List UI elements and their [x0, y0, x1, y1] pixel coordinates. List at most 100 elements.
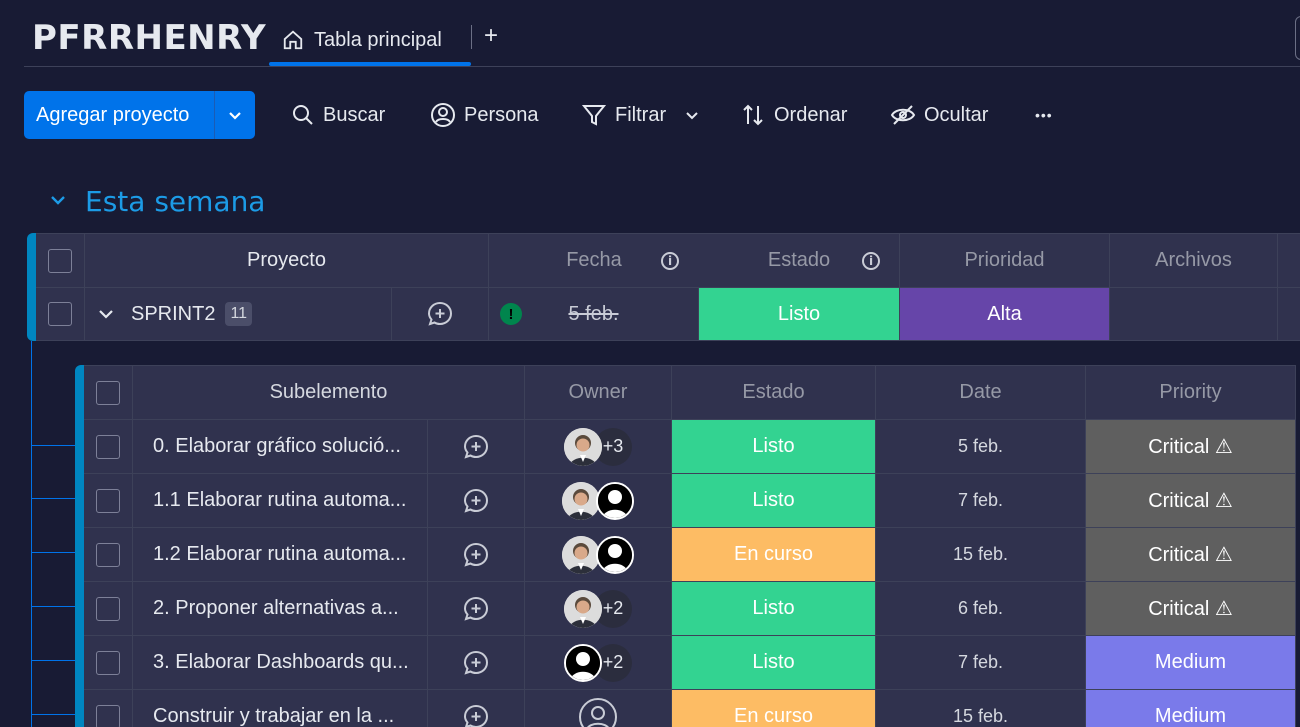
subitems-select-all-checkbox[interactable]: [96, 380, 120, 405]
subitem-updates-cell[interactable]: [428, 474, 525, 528]
select-all-checkbox[interactable]: [48, 248, 72, 273]
item-priority-cell[interactable]: Alta: [900, 288, 1110, 341]
column-header-priority[interactable]: Prioridad: [900, 233, 1110, 288]
hide-button[interactable]: Ocultar: [890, 95, 988, 135]
top-right-control[interactable]: [1295, 16, 1300, 60]
subitem-priority-cell[interactable]: Critical ⚠: [1086, 528, 1296, 582]
subitem-priority-cell[interactable]: Critical ⚠: [1086, 420, 1296, 474]
add-update-icon[interactable]: [426, 300, 454, 328]
avatar[interactable]: [596, 535, 634, 574]
column-header-name[interactable]: Proyecto: [85, 233, 489, 288]
subitem-date-cell[interactable]: 6 feb.: [876, 582, 1086, 636]
subitem-date-cell[interactable]: 7 feb.: [876, 474, 1086, 528]
subitem-priority-cell[interactable]: Medium: [1086, 636, 1296, 690]
board-title[interactable]: PFRRHENRY: [32, 18, 266, 58]
column-header-status[interactable]: Estado i: [699, 233, 900, 288]
subitem-checkbox[interactable]: [96, 542, 120, 567]
item-status-cell[interactable]: Listo: [699, 288, 900, 341]
column-header-files[interactable]: Archivos: [1110, 233, 1278, 288]
avatar[interactable]: [596, 481, 634, 520]
subitem-updates-cell[interactable]: [428, 528, 525, 582]
column-header-date[interactable]: Fecha i: [489, 233, 699, 288]
avatar[interactable]: [564, 589, 602, 628]
avatar[interactable]: [562, 481, 600, 520]
person-icon: [430, 102, 456, 128]
avatar[interactable]: [564, 643, 602, 682]
person-filter-button[interactable]: Persona: [430, 95, 539, 135]
empty-avatar-icon[interactable]: [578, 697, 618, 727]
subitem-updates-cell[interactable]: [428, 420, 525, 474]
subitem-checkbox[interactable]: [96, 596, 120, 621]
item-checkbox[interactable]: [48, 302, 72, 326]
subitem-status-cell[interactable]: Listo: [672, 420, 876, 474]
subitems-header-status[interactable]: Estado: [672, 365, 876, 420]
subitem-name-cell[interactable]: 1.1 Elaborar rutina automa...: [133, 474, 428, 528]
subitem-date-cell[interactable]: 5 feb.: [876, 420, 1086, 474]
subitems-header-name[interactable]: Subelemento: [133, 365, 525, 420]
new-item-button[interactable]: Agregar proyecto: [24, 91, 255, 139]
subitem-updates-cell[interactable]: [428, 690, 525, 727]
subitems-header-date[interactable]: Date: [876, 365, 1086, 420]
subitem-updates-cell[interactable]: [428, 636, 525, 690]
add-view-button[interactable]: +: [484, 22, 498, 50]
chevron-down-icon[interactable]: [48, 190, 68, 215]
subitem-owner-cell[interactable]: +2: [525, 582, 672, 636]
subitem-owner-cell[interactable]: +2: [525, 636, 672, 690]
subitem-date-cell[interactable]: 7 feb.: [876, 636, 1086, 690]
subitem-name-cell[interactable]: 1.2 Elaborar rutina automa...: [133, 528, 428, 582]
subitem-owner-cell[interactable]: [525, 690, 672, 727]
subitem-checkbox[interactable]: [96, 650, 120, 675]
subitem-checkbox[interactable]: [96, 434, 120, 459]
subitem-date-cell[interactable]: 15 feb.: [876, 528, 1086, 582]
search-icon: [291, 103, 315, 127]
avatar[interactable]: [564, 427, 602, 466]
subitem-priority-cell[interactable]: Critical ⚠: [1086, 582, 1296, 636]
subitem-status-cell[interactable]: Listo: [672, 582, 876, 636]
chevron-down-icon[interactable]: [97, 305, 115, 323]
add-update-icon[interactable]: [462, 595, 490, 623]
filter-button[interactable]: Filtrar: [581, 95, 700, 135]
subitem-priority-cell[interactable]: Critical ⚠: [1086, 474, 1296, 528]
item-name-cell[interactable]: SPRINT2 11: [85, 288, 392, 341]
subitem-priority-cell[interactable]: Medium: [1086, 690, 1296, 727]
more-options-button[interactable]: •••: [1035, 95, 1053, 135]
avatar[interactable]: [562, 535, 600, 574]
subitem-owner-cell[interactable]: [525, 474, 672, 528]
subitem-name-cell[interactable]: 2. Proponer alternativas a...: [133, 582, 428, 636]
subitem-status-cell[interactable]: En curso: [672, 528, 876, 582]
subitem-connector: [31, 714, 77, 715]
subitem-name-cell[interactable]: Construir y trabajar en la ...: [133, 690, 428, 727]
subitems-header-priority[interactable]: Priority: [1086, 365, 1296, 420]
add-update-icon[interactable]: [462, 433, 490, 461]
tab-main-table[interactable]: Tabla principal: [270, 14, 470, 66]
overdue-warning-icon: !: [500, 303, 522, 325]
subitem-owner-cell[interactable]: +3: [525, 420, 672, 474]
chevron-down-icon[interactable]: [684, 107, 700, 123]
subitem-checkbox[interactable]: [96, 488, 120, 513]
chevron-down-icon[interactable]: [215, 107, 255, 123]
search-button[interactable]: Buscar: [291, 95, 385, 135]
subitem-status-cell[interactable]: En curso: [672, 690, 876, 727]
add-update-icon[interactable]: [462, 649, 490, 677]
info-icon[interactable]: i: [862, 251, 880, 270]
info-icon[interactable]: i: [661, 251, 679, 270]
subitem-date-cell[interactable]: 15 feb.: [876, 690, 1086, 727]
item-date-cell[interactable]: ! 5 feb.: [489, 288, 699, 341]
subitems-header-owner[interactable]: Owner: [525, 365, 672, 420]
group-title[interactable]: Esta semana: [85, 185, 265, 218]
subitem-updates-cell[interactable]: [428, 582, 525, 636]
subitem-owner-cell[interactable]: [525, 528, 672, 582]
subitem-date: 15 feb.: [952, 706, 1009, 726]
sort-button[interactable]: Ordenar: [740, 95, 847, 135]
subitem-status-cell[interactable]: Listo: [672, 636, 876, 690]
subitem-status-cell[interactable]: Listo: [672, 474, 876, 528]
subitem-name-cell[interactable]: 0. Elaborar gráfico solució...: [133, 420, 428, 474]
item-updates-cell[interactable]: [392, 288, 489, 341]
add-update-icon[interactable]: [462, 487, 490, 515]
add-update-icon[interactable]: [462, 703, 490, 727]
add-update-icon[interactable]: [462, 541, 490, 569]
item-files-cell[interactable]: [1110, 288, 1278, 341]
subitem-checkbox[interactable]: [96, 704, 120, 727]
subitem-name-cell[interactable]: 3. Elaborar Dashboards qu...: [133, 636, 428, 690]
owner-avatars: [562, 535, 634, 574]
